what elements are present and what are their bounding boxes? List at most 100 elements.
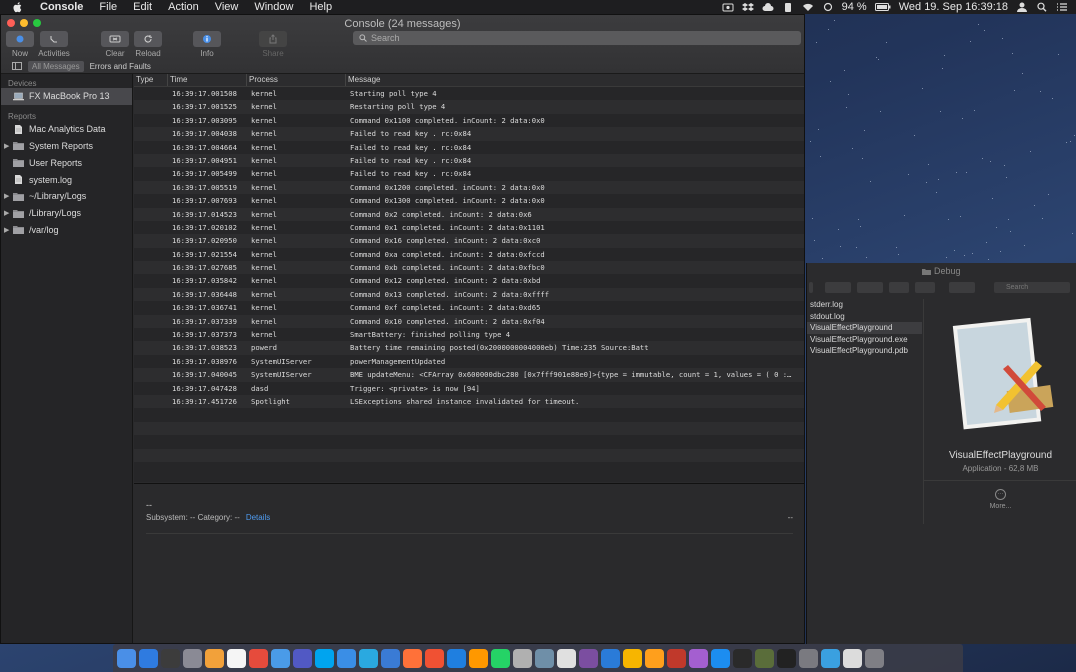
table-row[interactable]: 16:39:17.037373 kernel SmartBattery: finis… <box>134 328 804 341</box>
git-icon[interactable] <box>425 648 444 668</box>
clock[interactable]: Wed 19. Sep 16:39:18 <box>899 0 1008 14</box>
app-store-icon[interactable] <box>711 648 730 668</box>
table-row[interactable]: 16:39:17.004664 kernel Failed to read key … <box>134 141 804 154</box>
sketch-icon[interactable] <box>623 648 642 668</box>
file-list-item[interactable]: VisualEffectPlayground <box>807 322 922 334</box>
finder-search-input[interactable]: Search <box>994 281 1070 293</box>
terminal-icon[interactable] <box>777 648 796 668</box>
gear-icon[interactable] <box>857 281 883 293</box>
file-list-item[interactable]: stderr.log <box>807 299 922 311</box>
tag-icon[interactable] <box>915 281 935 293</box>
apple-icon[interactable] <box>12 1 24 13</box>
clear-button[interactable]: Clear <box>98 31 132 58</box>
screen-record-icon[interactable] <box>722 2 734 12</box>
skype-icon[interactable] <box>315 648 334 668</box>
table-row[interactable]: 16:39:17.038976 SystemUIServer powerManage… <box>134 355 804 368</box>
dropbox-icon[interactable] <box>949 281 975 293</box>
table-row[interactable]: 16:39:17.001525 kernel Restarting poll typ… <box>134 100 804 114</box>
vscode-icon[interactable] <box>601 648 620 668</box>
user-icon[interactable] <box>1016 2 1028 12</box>
menu-edit[interactable]: Edit <box>125 0 160 14</box>
menu-window[interactable]: Window <box>246 0 301 14</box>
disclosure-triangle-icon[interactable]: ▶ <box>4 226 9 234</box>
sidebar-item-report[interactable]: User Reports <box>1 154 132 171</box>
dropbox-icon[interactable] <box>741 2 754 12</box>
trash-icon[interactable] <box>865 648 884 668</box>
tower-icon[interactable] <box>667 648 686 668</box>
sidebar-item-report[interactable]: ▶ System Reports <box>1 138 132 155</box>
column-time[interactable]: Time <box>168 74 247 86</box>
sidebar-item-report[interactable]: ▶ /var/log <box>1 222 132 239</box>
launchpad-icon[interactable] <box>183 648 202 668</box>
system-preferences-icon[interactable] <box>799 648 818 668</box>
vpn-icon[interactable] <box>557 648 576 668</box>
sidebar-item-report[interactable]: system.log <box>1 171 132 188</box>
teams-icon[interactable] <box>293 648 312 668</box>
table-row[interactable]: 16:39:17.451726 Spotlight LSExceptions sha… <box>134 394 804 409</box>
table-row[interactable]: 16:39:17.040045 SystemUIServer BME updateM… <box>134 368 804 382</box>
sidebar-item-report[interactable]: ▶ /Library/Logs <box>1 205 132 222</box>
finder-icon[interactable] <box>117 648 136 668</box>
whatsapp-icon[interactable] <box>491 648 510 668</box>
calendar-icon[interactable] <box>227 648 246 668</box>
filter-errors-faults[interactable]: Errors and Faults <box>84 61 157 72</box>
reload-button[interactable]: Reload <box>131 31 165 58</box>
table-row[interactable]: 16:39:17.020102 kernel Command 0x1 complet… <box>134 221 804 234</box>
cloud-upload-icon[interactable] <box>762 2 774 12</box>
table-row[interactable]: 16:39:17.020950 kernel Command 0x16 comple… <box>134 234 804 248</box>
console-icon[interactable] <box>161 648 180 668</box>
table-row[interactable]: 16:39:17.005499 kernel Failed to read key … <box>134 167 804 180</box>
tweetbot-icon[interactable] <box>359 648 378 668</box>
spotlight-search-icon[interactable] <box>1036 2 1048 12</box>
preview-icon[interactable] <box>535 648 554 668</box>
sublime-icon[interactable] <box>469 648 488 668</box>
sync-icon[interactable] <box>822 2 834 12</box>
view-options-button[interactable] <box>825 281 851 293</box>
disclosure-triangle-icon[interactable]: ▶ <box>4 192 9 200</box>
battery-icon[interactable] <box>874 2 891 12</box>
firefox-icon[interactable] <box>403 648 422 668</box>
chrome-icon[interactable] <box>249 648 268 668</box>
notification-center-icon[interactable] <box>1056 2 1068 12</box>
file-list-item[interactable]: VisualEffectPlayground.exe <box>807 334 922 346</box>
visual-studio-icon[interactable] <box>579 648 598 668</box>
menu-action[interactable]: Action <box>160 0 207 14</box>
table-row[interactable]: 16:39:17.037339 kernel Command 0x10 comple… <box>134 314 804 329</box>
sidebar-item-device[interactable]: FX MacBook Pro 13 <box>1 88 132 105</box>
share-icon[interactable] <box>889 281 909 293</box>
xcode-icon[interactable] <box>447 648 466 668</box>
table-row[interactable]: 16:39:17.036741 kernel Command 0xf complet… <box>134 301 804 314</box>
elephant-icon[interactable] <box>513 648 532 668</box>
table-row[interactable]: 16:39:17.027685 kernel Command 0xb complet… <box>134 261 804 275</box>
filter-all-messages[interactable]: All Messages <box>28 60 84 72</box>
table-row[interactable]: 16:39:17.038523 powerd Battery time remain… <box>134 341 804 355</box>
sidebar-item-report[interactable]: Mac Analytics Data <box>1 121 132 138</box>
column-type[interactable]: Type <box>134 74 168 86</box>
safari-icon[interactable] <box>139 648 158 668</box>
column-process[interactable]: Process <box>247 74 346 86</box>
table-row[interactable]: 16:39:17.004038 kernel Failed to read key … <box>134 127 804 141</box>
table-row[interactable]: 16:39:17.001508 kernel Starting poll type … <box>134 87 804 100</box>
activity-monitor-icon[interactable] <box>733 648 752 668</box>
table-row[interactable]: 16:39:17.007693 kernel Command 0x1300 comp… <box>134 194 804 207</box>
keynote-icon[interactable] <box>381 648 400 668</box>
sidebar-item-report[interactable]: ▶ ~/Library/Logs <box>1 188 132 205</box>
disclosure-triangle-icon[interactable]: ▶ <box>4 142 9 150</box>
menu-view[interactable]: View <box>207 0 247 14</box>
table-row[interactable]: 16:39:17.014523 kernel Command 0x2 complet… <box>134 207 804 221</box>
table-row[interactable]: 16:39:17.036448 kernel Command 0x13 comple… <box>134 287 804 302</box>
podcast-icon[interactable] <box>689 648 708 668</box>
folder-icon[interactable] <box>843 648 862 668</box>
wifi-icon[interactable] <box>802 2 814 12</box>
menu-help[interactable]: Help <box>301 0 340 14</box>
network-icon[interactable] <box>821 648 840 668</box>
activities-button[interactable]: Activities <box>37 31 71 58</box>
mail-icon[interactable] <box>271 648 290 668</box>
menu-app-console[interactable]: Console <box>32 0 91 14</box>
pawprint-icon[interactable] <box>645 648 664 668</box>
table-row[interactable]: 16:39:17.003095 kernel Command 0x1100 comp… <box>134 114 804 127</box>
messages-icon[interactable] <box>337 648 356 668</box>
view-toggle-icon[interactable] <box>809 281 813 293</box>
home-icon[interactable] <box>205 648 224 668</box>
disclosure-triangle-icon[interactable]: ▶ <box>4 209 9 217</box>
